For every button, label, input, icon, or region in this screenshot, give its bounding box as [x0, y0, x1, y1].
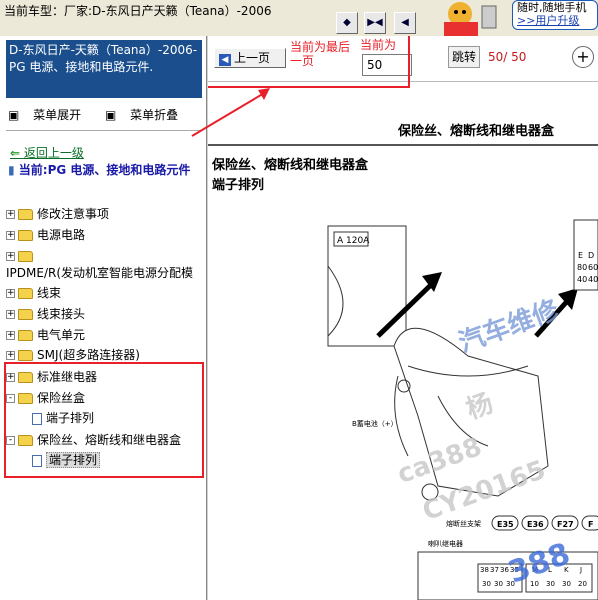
folder-icon: [18, 251, 33, 262]
menu-controls: ▣ 菜单展开 ▣ 菜单折叠: [8, 106, 198, 123]
relay-row1-1: 37: [490, 566, 499, 574]
expand-icon: ▣: [8, 108, 24, 122]
nav-next-button[interactable]: ▶◀: [364, 12, 386, 34]
tree-item[interactable]: + 线束: [6, 284, 61, 302]
side-table-0: E: [578, 251, 583, 260]
collapse-all-label: 菜单折叠: [130, 108, 179, 122]
title-bar: 当前车型：厂家:D-东风日产天籁（Teana）-2006 ◆ ▶◀ ◀ 随时,随…: [0, 0, 598, 36]
expand-all-label: 菜单展开: [33, 108, 82, 122]
folder-icon: [18, 230, 33, 241]
tree-item-label: 电源电路: [37, 228, 86, 242]
tree-item-label: IPDME/R(发动机室智能电源分配模: [6, 266, 194, 280]
side-table-r0: D: [588, 251, 594, 260]
annotation-arrow: [191, 88, 270, 137]
tree-item[interactable]: +: [6, 247, 37, 265]
upgrade-link[interactable]: >>用户升级: [517, 14, 597, 27]
fuse-a-value: 120A: [346, 236, 370, 246]
nav-first-button[interactable]: ◆: [336, 12, 358, 34]
side-table-2: 40: [577, 275, 587, 284]
relay-row2-0: 30: [482, 580, 491, 588]
collapse-icon: ▣: [105, 108, 121, 122]
tree-item-label: 线束接头: [37, 307, 86, 321]
section-heading: 保险丝、熔断线和继电器盒: [212, 158, 369, 173]
side-table-r1: 60: [588, 263, 598, 272]
back-link-label: 返回上一级: [23, 146, 84, 160]
side-table-r2: 40: [588, 275, 598, 284]
tree-item-label: 电气单元: [37, 328, 86, 342]
collapse-all-button[interactable]: ▣ 菜单折叠: [105, 108, 188, 122]
relay-row1-0: 38: [480, 566, 489, 574]
expand-node-icon[interactable]: +: [6, 252, 15, 261]
label-fuse-holder: 熔断丝支架: [446, 519, 481, 528]
zoom-in-icon[interactable]: +: [572, 46, 594, 68]
back-link[interactable]: ⇐ 返回上一级: [10, 144, 84, 161]
tree-item[interactable]: + 电气单元: [6, 326, 85, 344]
page-count: 50/ 50: [488, 50, 527, 64]
folder-icon: [18, 330, 33, 341]
book-icon: ▮: [8, 163, 15, 177]
expand-node-icon[interactable]: +: [6, 331, 15, 340]
divider: [6, 130, 202, 131]
side-table-1: 80: [577, 263, 587, 272]
conn-code-0: E35: [497, 520, 514, 529]
relay-r2-1: 30: [546, 580, 555, 588]
tree-item[interactable]: + 电源电路: [6, 226, 85, 244]
expand-node-icon[interactable]: +: [6, 351, 15, 360]
fuse-a: A: [337, 236, 344, 246]
conn-code-3: F: [588, 520, 593, 529]
section-title: 保险丝、熔断线和继电器盒 端子排列: [212, 156, 368, 196]
sidebar: D-东风日产-天籁（Teana）-2006- PG 电源、接地和电路元件. ▣ …: [0, 36, 207, 600]
mascot-icon: [444, 2, 497, 36]
relay-r2-3: 20: [578, 580, 587, 588]
relay-r2-2: 30: [562, 580, 571, 588]
expand-all-button[interactable]: ▣ 菜单展开: [8, 108, 91, 122]
relay-row2-1: 30: [494, 580, 503, 588]
folder-icon: [18, 209, 33, 220]
window-title: 当前车型：厂家:D-东风日产天籁（Teana）-2006: [4, 4, 272, 18]
highlight-box: [4, 362, 204, 478]
tree-item[interactable]: IPDME/R(发动机室智能电源分配模: [6, 264, 193, 282]
tree-item-label: 修改注意事项: [37, 207, 110, 221]
tree-item[interactable]: + 线束接头: [6, 305, 85, 323]
selected-item-header: D-东风日产-天籁（Teana）-2006- PG 电源、接地和电路元件.: [6, 40, 202, 98]
folder-icon: [18, 309, 33, 320]
promo-banner[interactable]: 随时,随地手机 >>用户升级: [512, 0, 598, 30]
promo-line1: 随时,随地手机: [517, 1, 587, 14]
connector-codes: E35 E36 F27 F: [491, 515, 598, 531]
label-horn-relay: 喇叭继电器: [428, 539, 463, 548]
folder-icon: [18, 288, 33, 299]
tree-item-label: SMJ(超多路连接器): [37, 348, 140, 362]
label-battery: B蓄电池（+）: [352, 419, 398, 428]
fuse-box-diagram: A 120A E 80 40 D 60 40 B蓄电池（+） 熔断丝支架 E35…: [327, 219, 598, 600]
back-arrow-icon: ⇐: [10, 146, 21, 160]
expand-node-icon[interactable]: +: [6, 310, 15, 319]
jump-button[interactable]: 跳转: [448, 46, 480, 68]
current-node-label: 当前:PG 电源、接地和电路元件: [18, 163, 191, 177]
expand-node-icon[interactable]: +: [6, 289, 15, 298]
conn-code-2: F27: [557, 520, 574, 529]
expand-node-icon[interactable]: +: [6, 210, 15, 219]
conn-code-1: E36: [527, 520, 544, 529]
relay-r1-3: J: [579, 566, 582, 574]
nav-last-button[interactable]: ◀: [394, 12, 416, 34]
expand-node-icon[interactable]: +: [6, 231, 15, 240]
tree-item-label: 线束: [37, 286, 62, 300]
document-title: 保险丝、熔断线和继电器盒: [398, 124, 555, 139]
folder-icon: [18, 350, 33, 361]
tree-item[interactable]: + 修改注意事项: [6, 205, 109, 223]
current-node: ▮ 当前:PG 电源、接地和电路元件: [8, 162, 206, 179]
section-subheading: 端子排列: [212, 178, 265, 193]
